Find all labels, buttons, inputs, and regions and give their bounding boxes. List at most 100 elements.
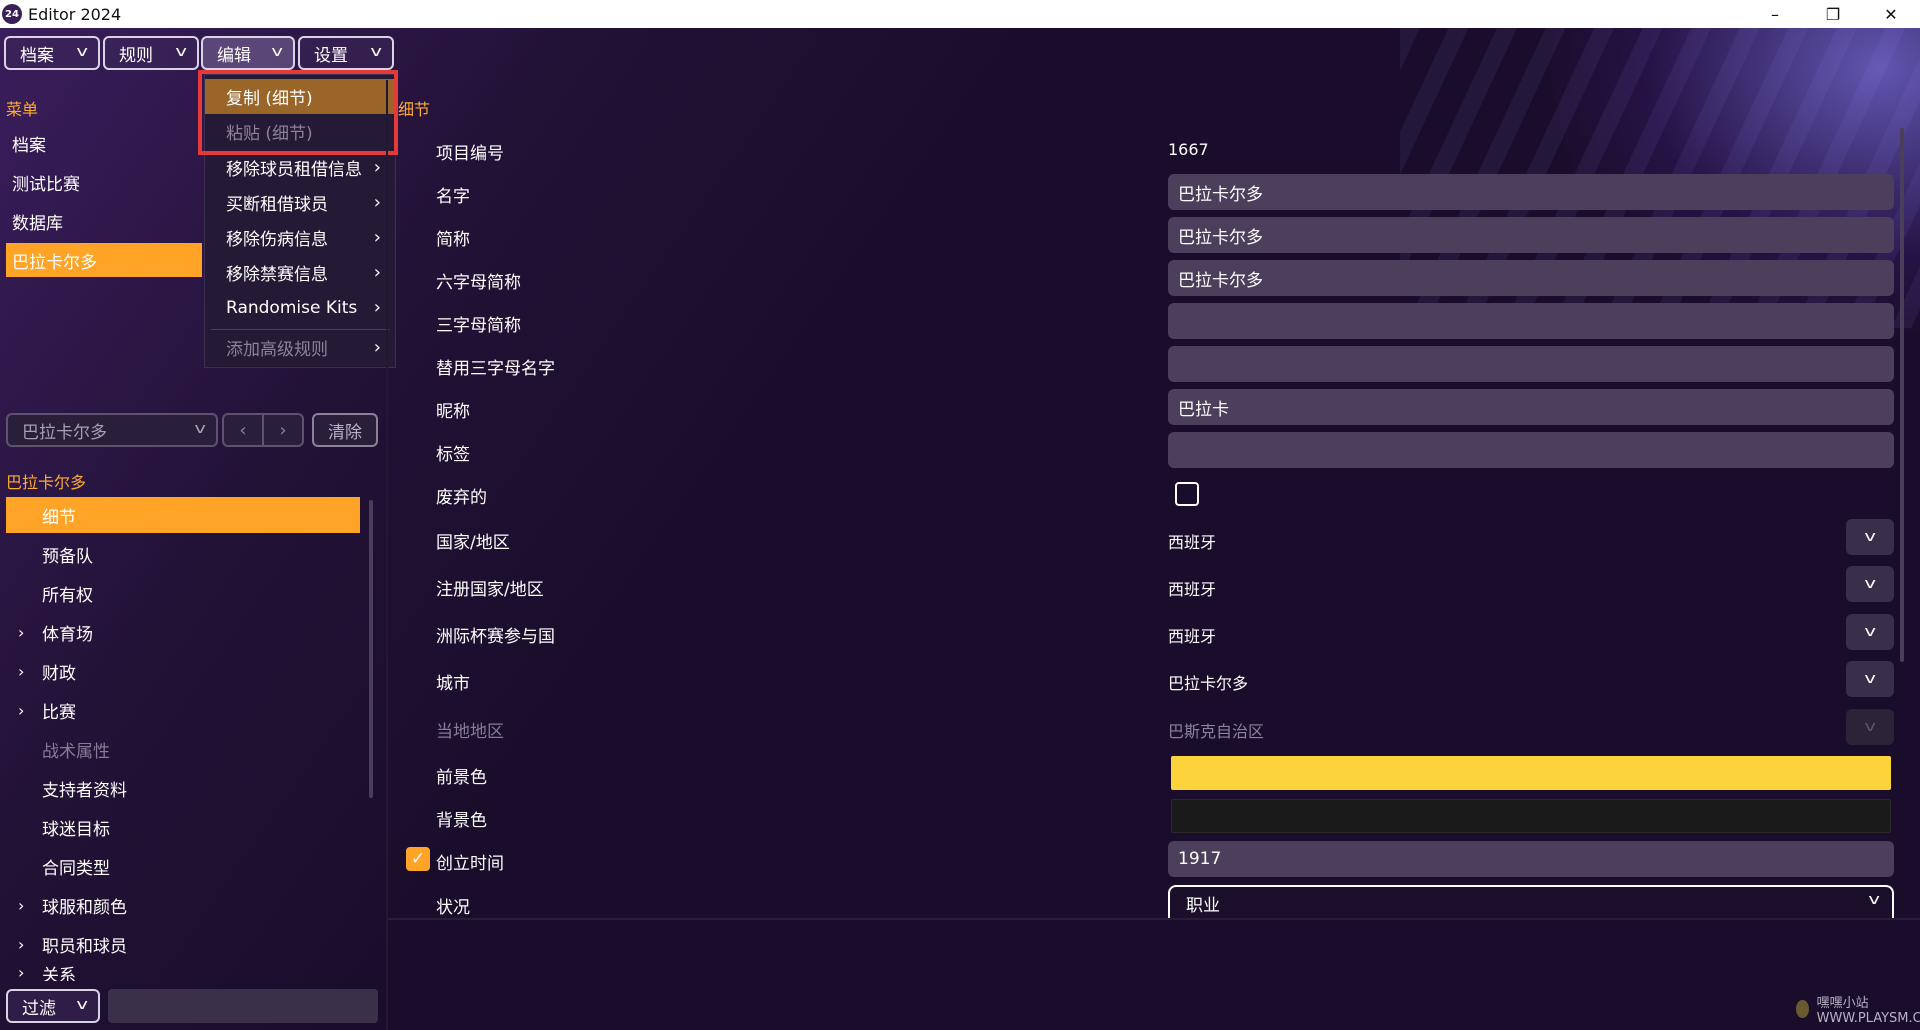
registered-nation-value: 西班牙	[1168, 580, 1217, 599]
dropdown-item-label: Randomise Kits	[226, 297, 358, 318]
chevron-right-icon[interactable]: ›	[18, 965, 24, 981]
city-select-button[interactable]: v	[1846, 661, 1894, 697]
chevron-right-icon: ›	[373, 297, 381, 318]
foreground-color-swatch[interactable]	[1171, 756, 1891, 790]
chevron-right-icon[interactable]: ›	[18, 701, 24, 720]
chevron-down-icon: v	[271, 44, 283, 60]
city-value: 巴拉卡尔多	[1168, 674, 1249, 693]
chevron-right-icon: ›	[279, 419, 287, 441]
watermark-text: 嘿嘿小站 WWW.PLAYSM.CC	[1816, 996, 1920, 1026]
form-scrollbar[interactable]	[1900, 128, 1904, 662]
chevron-right-icon[interactable]: ›	[18, 662, 24, 681]
six-letter-name-input[interactable]: 巴拉卡尔多	[1168, 260, 1894, 296]
tree-item-stadium[interactable]: › 体育场	[6, 614, 360, 650]
tree-item-kits-colours[interactable]: › 球服和颜色	[6, 887, 360, 923]
field-label-city: 城市	[436, 674, 470, 694]
close-button[interactable]: ✕	[1862, 0, 1920, 28]
status-select[interactable]: 职业 v	[1168, 885, 1894, 919]
filter-label: 过滤	[22, 998, 56, 1019]
chevron-left-icon: ‹	[239, 419, 247, 441]
previous-button[interactable]: ‹	[222, 413, 264, 447]
window-controls: – ❐ ✕	[1746, 0, 1920, 28]
tag-input[interactable]	[1168, 432, 1894, 468]
left-menu-item-file[interactable]: 档案	[6, 126, 202, 160]
short-name-input[interactable]: 巴拉卡尔多	[1168, 217, 1894, 253]
chevron-down-icon: v	[175, 44, 187, 60]
tree-item-relations[interactable]: › 关系	[6, 965, 360, 981]
tree-item-ownership[interactable]: 所有权	[6, 575, 360, 611]
dropdown-item-buyout-loan[interactable]: 买断租借球员 ›	[205, 185, 395, 220]
dropdown-item-add-advanced-rule[interactable]: 添加高级规则 ›	[205, 330, 395, 365]
tree-item-label: 球迷目标	[42, 819, 110, 840]
founded-checkbox[interactable]: ✓	[406, 847, 430, 871]
menu-rules-button[interactable]: 规则 v	[103, 36, 199, 70]
tree-heading: 巴拉卡尔多	[6, 473, 87, 492]
nation-select-button[interactable]: v	[1846, 519, 1894, 555]
tree-item-label: 细节	[42, 507, 76, 528]
field-label-id: 项目编号	[436, 144, 504, 164]
tree-item-reserves[interactable]: 预备队	[6, 536, 360, 572]
menu-file-label: 档案	[20, 45, 54, 66]
restore-button[interactable]: ❐	[1804, 0, 1862, 28]
three-letter-name-input[interactable]	[1168, 303, 1894, 339]
left-menu-item-test-match[interactable]: 测试比赛	[6, 165, 202, 199]
tree-item-label: 合同类型	[42, 858, 110, 879]
tree-scrollbar[interactable]	[369, 500, 373, 798]
status-value: 职业	[1186, 895, 1220, 916]
filter-button[interactable]: 过滤 v	[6, 989, 100, 1023]
chevron-down-icon: v	[1864, 624, 1876, 640]
tree-item-label: 关系	[42, 966, 76, 981]
tree-item-details[interactable]: 细节	[6, 497, 360, 533]
field-label-registered-nation: 注册国家/地区	[436, 580, 544, 600]
tree-item-tactical-attributes[interactable]: 战术属性	[6, 731, 360, 767]
menu-rules-label: 规则	[119, 45, 153, 66]
continental-nation-value: 西班牙	[1168, 627, 1217, 646]
dropdown-item-randomise-kits[interactable]: Randomise Kits ›	[205, 290, 395, 325]
dropdown-item-remove-injury[interactable]: 移除伤病信息 ›	[205, 220, 395, 255]
name-input[interactable]: 巴拉卡尔多	[1168, 174, 1894, 210]
abandoned-checkbox[interactable]	[1175, 482, 1199, 506]
field-label-foreground: 前景色	[436, 768, 487, 788]
watermark-logo-icon	[1796, 1000, 1809, 1018]
menu-edit-button[interactable]: 编辑 v	[201, 36, 295, 70]
chevron-down-icon: v	[1864, 671, 1876, 687]
field-label-short-name: 简称	[436, 230, 470, 250]
tree-item-finances[interactable]: › 财政	[6, 653, 360, 689]
minimize-button[interactable]: –	[1746, 0, 1804, 28]
nickname-input[interactable]: 巴拉卡	[1168, 389, 1894, 425]
local-region-select-button[interactable]: v	[1846, 709, 1894, 745]
next-button[interactable]: ›	[262, 413, 304, 447]
chevron-down-icon: v	[194, 421, 206, 437]
chevron-right-icon: ›	[373, 192, 381, 213]
menu-settings-button[interactable]: 设置 v	[298, 36, 394, 70]
dropdown-item-remove-ban[interactable]: 移除禁赛信息 ›	[205, 255, 395, 290]
founded-input[interactable]: 1917	[1168, 841, 1894, 877]
title-bar: 24 Editor 2024 – ❐ ✕	[0, 0, 1920, 28]
left-menu-item-database[interactable]: 数据库	[6, 204, 202, 238]
chevron-right-icon[interactable]: ›	[18, 623, 24, 642]
tree-item-matches[interactable]: › 比赛	[6, 692, 360, 728]
chevron-down-icon: v	[1864, 719, 1876, 735]
background-color-swatch[interactable]	[1171, 799, 1891, 833]
continental-nation-select-button[interactable]: v	[1846, 614, 1894, 650]
tree-item-staff-players[interactable]: › 职员和球员	[6, 926, 360, 962]
field-label-alt-three-letter: 替用三字母名字	[436, 359, 555, 379]
club-select-combo[interactable]: 巴拉卡尔多 v	[6, 413, 218, 447]
clear-button[interactable]: 清除	[312, 413, 378, 447]
alt-three-letter-name-input[interactable]	[1168, 346, 1894, 382]
chevron-down-icon: v	[76, 44, 88, 60]
chevron-right-icon[interactable]: ›	[18, 935, 24, 954]
registered-nation-select-button[interactable]: v	[1846, 566, 1894, 602]
chevron-right-icon[interactable]: ›	[18, 896, 24, 915]
dropdown-item-remove-loan[interactable]: 移除球员租借信息 ›	[205, 150, 395, 185]
dropdown-item-label: 移除禁赛信息	[226, 265, 328, 285]
menu-file-button[interactable]: 档案 v	[4, 36, 100, 70]
filter-input[interactable]	[108, 989, 378, 1023]
left-menu-item-club[interactable]: 巴拉卡尔多	[6, 243, 202, 277]
tree-item-contract-types[interactable]: 合同类型	[6, 848, 360, 884]
nation-value: 西班牙	[1168, 533, 1217, 552]
tree-item-fan-targets[interactable]: 球迷目标	[6, 809, 360, 845]
field-label-nation: 国家/地区	[436, 533, 510, 553]
dropdown-item-label: 添加高级规则	[226, 340, 328, 360]
tree-item-supporter-profile[interactable]: 支持者资料	[6, 770, 360, 806]
